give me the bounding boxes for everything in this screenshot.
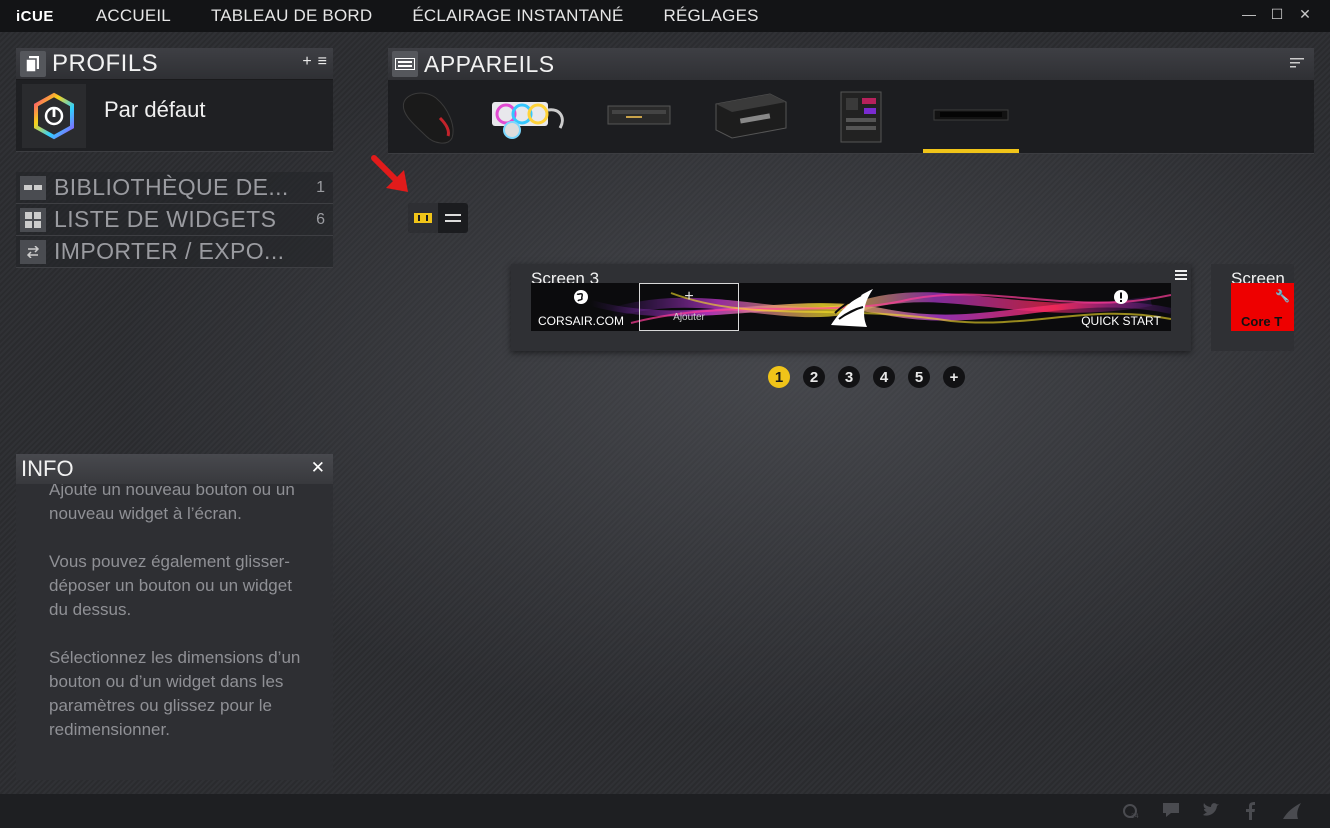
bottom-bar: 24 [0, 794, 1330, 828]
add-widget-label: Ajouter [673, 312, 705, 323]
add-widget-button[interactable]: + Ajouter [639, 283, 739, 331]
device-aio-cooler-icon[interactable] [490, 88, 570, 146]
add-profile-button[interactable]: + [302, 53, 311, 71]
maximize-button[interactable]: ☐ [1270, 6, 1284, 22]
sidebar-item-count: 6 [316, 210, 325, 228]
view-toggle [408, 203, 468, 233]
top-bar: iCUE ACCUEIL TABLEAU DE BORD ÉCLAIRAGE I… [0, 0, 1330, 32]
sidebar-item-label: LISTE DE WIDGETS [54, 206, 277, 232]
page-1-button[interactable]: 1 [768, 366, 790, 388]
quick-start-button[interactable]: QUICK START [1071, 283, 1171, 331]
wrench-icon: 🔧 [1275, 289, 1290, 303]
nav-accueil[interactable]: ACCUEIL [96, 6, 171, 26]
sidebar-item-label: IMPORTER / EXPO... [54, 238, 285, 264]
nav-reglages[interactable]: RÉGLAGES [664, 6, 759, 26]
info-paragraph: Vous pouvez également glisser-déposer un… [49, 552, 292, 619]
devices-header: APPAREILS [388, 48, 1314, 80]
corsair-com-button[interactable]: CORSAIR.COM [531, 283, 631, 331]
device-mouse-icon[interactable] [396, 88, 460, 146]
nav-eclairage-instantane[interactable]: ÉCLAIRAGE INSTANTANÉ [412, 6, 623, 26]
left-panel: PROFILS + ≡ Par défaut BIBLIOTHÈQUE DE..… [16, 48, 333, 268]
page-5-button[interactable]: 5 [908, 366, 930, 388]
device-motherboard-icon[interactable] [838, 88, 884, 146]
grid-icon [20, 207, 46, 232]
quick-start-label: QUICK START [1081, 314, 1161, 328]
close-window-button[interactable]: ✕ [1298, 6, 1312, 22]
corsair-logo-icon [831, 289, 873, 327]
page-3-button[interactable]: 3 [838, 366, 860, 388]
device-screen-icon[interactable] [932, 88, 1010, 146]
facebook-icon[interactable] [1242, 802, 1260, 820]
profiles-title: PROFILS [52, 49, 159, 77]
page-4-button[interactable]: 4 [873, 366, 895, 388]
alert-icon [1114, 290, 1128, 304]
screen-card[interactable]: Screen 3 CORSAIR.COM + Ajouter QUICK STA… [511, 264, 1191, 351]
profiles-icon [20, 50, 46, 77]
next-screen-display: 🔧 Core T [1231, 283, 1294, 331]
sidebar-item-count: 1 [316, 178, 325, 196]
info-title: INFO [21, 456, 74, 481]
profiles-menu-button[interactable]: ≡ [318, 53, 327, 71]
add-page-button[interactable]: + [943, 366, 965, 388]
screen-menu-button[interactable] [1175, 267, 1187, 283]
sidebar-item-importer[interactable]: IMPORTER / EXPO... [16, 236, 333, 268]
app-logo: iCUE [16, 7, 54, 25]
sidebar-item-widgets[interactable]: LISTE DE WIDGETS 6 [16, 204, 333, 236]
core-button-label: Core T [1241, 314, 1283, 329]
info-close-button[interactable]: ✕ [311, 458, 325, 478]
svg-text:24: 24 [1131, 813, 1139, 820]
library-icon [20, 175, 46, 200]
page-2-button[interactable]: 2 [803, 366, 825, 388]
devices-menu-icon[interactable] [1290, 56, 1304, 74]
info-paragraph: Sélectionnez les dimensions d’un bouton … [49, 648, 301, 739]
keyboard-icon [392, 51, 418, 77]
devices-panel: APPAREILS [388, 48, 1314, 154]
minimize-button[interactable]: — [1242, 6, 1256, 22]
corsair-com-label: CORSAIR.COM [537, 314, 624, 328]
corsair-sail-icon[interactable] [1282, 802, 1301, 820]
import-export-icon [20, 239, 46, 264]
screen-pager: 1 2 3 4 5 + [768, 366, 965, 388]
plus-icon: + [684, 288, 694, 305]
twitter-icon[interactable] [1202, 802, 1220, 820]
support-24-icon[interactable]: 24 [1122, 802, 1140, 820]
info-paragraph: Ajoute un nouveau bouton ou un nouveau w… [49, 480, 295, 523]
device-psu-icon[interactable] [710, 88, 790, 146]
info-panel: INFO ✕ Ajoute un nouveau bouton ou un no… [16, 454, 333, 780]
sidebar-item-bibliotheque[interactable]: BIBLIOTHÈQUE DE... 1 [16, 172, 333, 204]
screen-display: CORSAIR.COM + Ajouter QUICK START [531, 283, 1171, 331]
device-strip [388, 80, 1314, 154]
profile-icue-icon [22, 83, 86, 148]
chat-icon[interactable] [1162, 802, 1180, 820]
annotation-arrow-icon [368, 152, 414, 203]
profile-item[interactable]: Par défaut [16, 80, 333, 152]
device-memory-icon[interactable] [606, 88, 672, 146]
next-screen-card[interactable]: Screen 🔧 Core T [1211, 264, 1294, 351]
nav-tableau-de-bord[interactable]: TABLEAU DE BORD [211, 6, 372, 26]
grid-view-button[interactable] [408, 203, 438, 233]
active-device-indicator [923, 149, 1019, 153]
devices-title: APPAREILS [424, 50, 555, 77]
profiles-header: PROFILS + ≡ [16, 48, 333, 80]
profile-name: Par défaut [104, 96, 206, 122]
sidebar-item-label: BIBLIOTHÈQUE DE... [54, 174, 289, 200]
globe-icon [574, 290, 588, 304]
info-header: INFO ✕ [16, 454, 333, 484]
list-view-button[interactable] [438, 203, 468, 233]
info-body: Ajoute un nouveau bouton ou un nouveau w… [16, 478, 333, 742]
